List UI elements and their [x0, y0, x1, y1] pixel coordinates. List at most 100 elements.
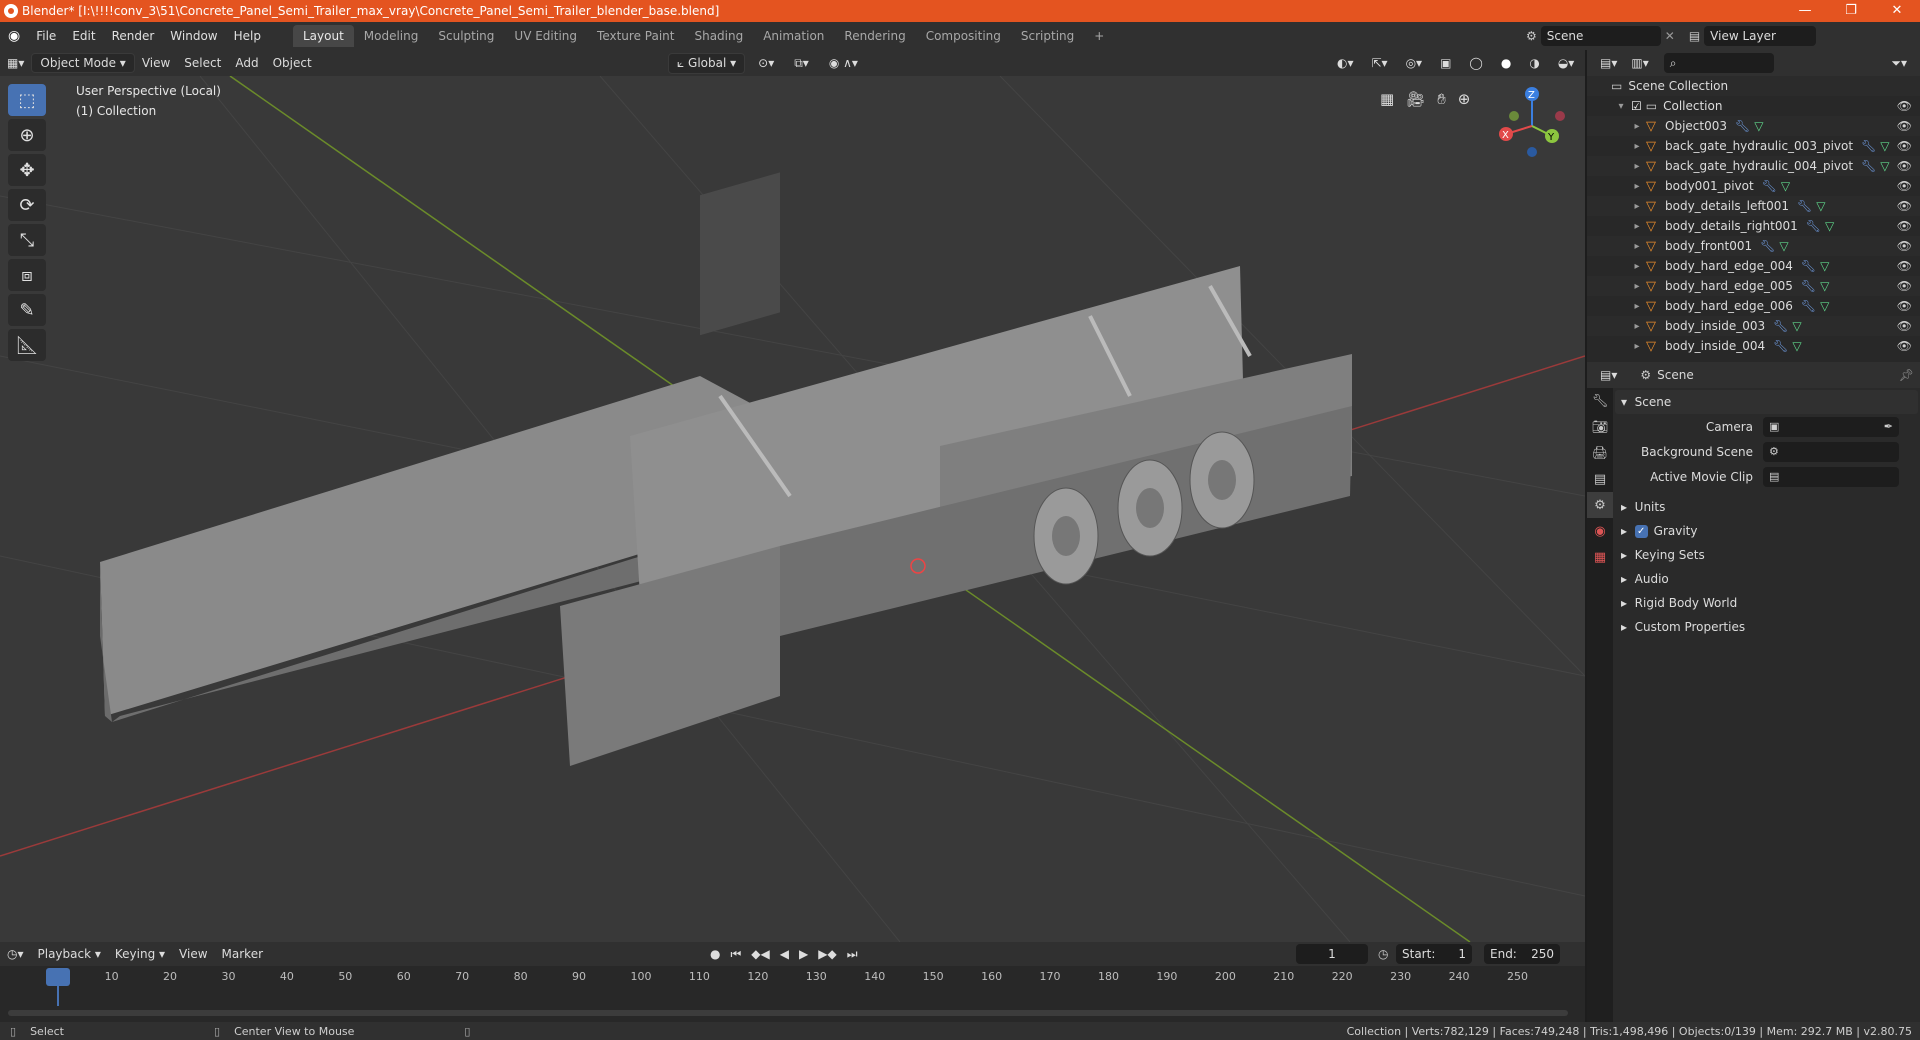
- menu-keying[interactable]: Keying ▾: [108, 945, 172, 963]
- eye-icon[interactable]: 👁︎: [1897, 199, 1912, 213]
- jump-end-icon[interactable]: ⏭: [847, 947, 858, 962]
- expand-object-icon[interactable]: ▸: [1631, 141, 1643, 152]
- tab-uv-editing[interactable]: UV Editing: [504, 25, 587, 47]
- modifier-icon[interactable]: 🔧︎: [1797, 199, 1812, 213]
- mesh-data-icon[interactable]: ▽: [1880, 159, 1889, 173]
- keying-sets-panel[interactable]: ▸ Keying Sets: [1615, 543, 1918, 567]
- expand-object-icon[interactable]: ▸: [1631, 301, 1643, 312]
- pivot-icon[interactable]: ⊙▾: [751, 54, 781, 72]
- modifier-icon[interactable]: 🔧︎: [1801, 299, 1816, 313]
- scene-tab-icon[interactable]: ⚙: [1587, 492, 1613, 518]
- select-box-tool-icon[interactable]: ⬚: [8, 84, 46, 116]
- mesh-data-icon[interactable]: ▽: [1754, 119, 1763, 133]
- custom-properties-panel[interactable]: ▸ Custom Properties: [1615, 615, 1918, 639]
- mesh-data-icon[interactable]: ▽: [1781, 179, 1790, 193]
- current-frame-field[interactable]: 1: [1296, 944, 1368, 964]
- mesh-data-icon[interactable]: ▽: [1779, 239, 1788, 253]
- modifier-icon[interactable]: 🔧︎: [1735, 119, 1750, 133]
- collection-checkbox[interactable]: ☑: [1631, 99, 1642, 113]
- orientation-selector[interactable]: ⟀ Global ▾: [668, 52, 746, 74]
- camera-field[interactable]: ▣ ✒: [1763, 416, 1899, 437]
- eye-icon[interactable]: 👁︎: [1897, 139, 1912, 153]
- mesh-data-icon[interactable]: ▽: [1792, 339, 1801, 353]
- menu-window[interactable]: Window: [162, 29, 225, 43]
- timeline-scrollbar[interactable]: [8, 1010, 1568, 1016]
- scene-panel-header[interactable]: ▾ Scene: [1615, 390, 1918, 414]
- outliner-search-input[interactable]: ⌕: [1663, 53, 1774, 73]
- measure-tool-icon[interactable]: 📐︎: [8, 329, 46, 361]
- pin-icon[interactable]: 📌︎: [1899, 368, 1914, 382]
- blender-menu-icon[interactable]: ◉: [0, 28, 28, 44]
- camera-view-icon[interactable]: 🎥︎: [1406, 90, 1425, 108]
- gravity-checkbox[interactable]: ✓: [1634, 524, 1648, 538]
- scene-selector[interactable]: Scene: [1540, 26, 1661, 46]
- gizmo-toggle-icon[interactable]: ⇱▾: [1365, 54, 1395, 72]
- active-movie-clip-field[interactable]: ▤: [1763, 466, 1899, 487]
- eye-icon[interactable]: 👁︎: [1897, 279, 1912, 293]
- menu-timeline-view[interactable]: View: [172, 945, 214, 963]
- expand-object-icon[interactable]: ▸: [1631, 121, 1643, 132]
- outliner-object-row[interactable]: ▸ ▽ body_inside_004 🔧︎ ▽ 👁︎: [1587, 336, 1920, 356]
- jump-start-icon[interactable]: ⏮: [730, 947, 741, 962]
- expand-object-icon[interactable]: ▸: [1631, 161, 1643, 172]
- start-frame-field[interactable]: Start: 1: [1396, 944, 1472, 964]
- close-button[interactable]: ✕: [1874, 0, 1920, 22]
- menu-view[interactable]: View: [135, 54, 177, 72]
- outliner-object-row[interactable]: ▸ ▽ back_gate_hydraulic_003_pivot 🔧︎ ▽ 👁︎: [1587, 136, 1920, 156]
- rendered-shading-icon[interactable]: ◒▾: [1551, 54, 1582, 72]
- material-shading-icon[interactable]: ◑: [1522, 54, 1546, 72]
- menu-select[interactable]: Select: [177, 54, 228, 72]
- trailer-model[interactable]: [100, 172, 1352, 766]
- menu-file[interactable]: File: [28, 29, 64, 43]
- pan-hand-icon[interactable]: ✋︎: [1437, 90, 1446, 108]
- properties-editor-type-icon[interactable]: ▤▾: [1593, 366, 1624, 384]
- outliner-object-row[interactable]: ▸ ▽ body001_pivot 🔧︎ ▽ 👁︎: [1587, 176, 1920, 196]
- minimize-button[interactable]: —: [1782, 0, 1828, 22]
- expand-object-icon[interactable]: ▸: [1631, 321, 1643, 332]
- expand-object-icon[interactable]: ▸: [1631, 181, 1643, 192]
- tab-animation[interactable]: Animation: [753, 25, 834, 47]
- background-scene-field[interactable]: ⚙: [1763, 441, 1899, 462]
- outliner-object-row[interactable]: ▸ ▽ body_hard_edge_006 🔧︎ ▽ 👁︎: [1587, 296, 1920, 316]
- view-layer-selector[interactable]: View Layer: [1704, 26, 1817, 46]
- tab-shading[interactable]: Shading: [684, 25, 753, 47]
- eye-icon[interactable]: 👁︎: [1897, 259, 1912, 273]
- scene-close-icon[interactable]: ✕: [1665, 29, 1675, 43]
- mesh-data-icon[interactable]: ▽: [1880, 139, 1889, 153]
- eye-icon[interactable]: 👁︎: [1897, 339, 1912, 353]
- world-tab-icon[interactable]: ◉: [1587, 518, 1613, 544]
- overlay-toggle-icon[interactable]: ◎▾: [1399, 54, 1430, 72]
- modifier-icon[interactable]: 🔧︎: [1773, 319, 1788, 333]
- filter-icon[interactable]: ⏷▾: [1884, 54, 1914, 73]
- mesh-data-icon[interactable]: ▽: [1816, 199, 1825, 213]
- end-frame-field[interactable]: End: 250: [1484, 944, 1560, 964]
- wireframe-shading-icon[interactable]: ◯: [1462, 54, 1489, 72]
- units-panel[interactable]: ▸ Units: [1615, 495, 1918, 519]
- render-tab-icon[interactable]: 📷︎: [1587, 414, 1613, 440]
- clock-icon[interactable]: ◷: [1378, 947, 1388, 961]
- tab-rendering[interactable]: Rendering: [834, 25, 915, 47]
- outliner-object-row[interactable]: ▸ ▽ back_gate_hydraulic_004_pivot 🔧︎ ▽ 👁︎: [1587, 156, 1920, 176]
- modifier-icon[interactable]: 🔧︎: [1760, 239, 1775, 253]
- next-keyframe-icon[interactable]: ▶◆: [818, 947, 836, 962]
- eye-icon[interactable]: 👁︎: [1897, 299, 1912, 313]
- modifier-icon[interactable]: 🔧︎: [1801, 279, 1816, 293]
- texture-tab-icon[interactable]: ▦: [1587, 544, 1613, 570]
- gravity-panel[interactable]: ▸ ✓ Gravity: [1615, 519, 1918, 543]
- xray-icon[interactable]: ▣: [1433, 54, 1458, 72]
- mesh-data-icon[interactable]: ▽: [1820, 259, 1829, 273]
- toggle-camera-view-icon[interactable]: ▦: [1380, 90, 1394, 108]
- expand-object-icon[interactable]: ▸: [1631, 201, 1643, 212]
- eye-icon[interactable]: 👁︎: [1897, 319, 1912, 333]
- eye-icon[interactable]: 👁︎: [1897, 159, 1912, 173]
- outliner-object-row[interactable]: ▸ ▽ body_hard_edge_005 🔧︎ ▽ 👁︎: [1587, 276, 1920, 296]
- eye-icon[interactable]: 👁︎: [1897, 99, 1912, 113]
- rigid-body-world-panel[interactable]: ▸ Rigid Body World: [1615, 591, 1918, 615]
- mesh-data-icon[interactable]: ▽: [1820, 299, 1829, 313]
- tool-tab-icon[interactable]: 🔧︎: [1587, 388, 1613, 414]
- add-workspace-button[interactable]: +: [1084, 25, 1114, 47]
- tab-compositing[interactable]: Compositing: [916, 25, 1011, 47]
- expand-object-icon[interactable]: ▸: [1631, 241, 1643, 252]
- mesh-data-icon[interactable]: ▽: [1825, 219, 1834, 233]
- display-mode-icon[interactable]: ▥▾: [1624, 54, 1655, 72]
